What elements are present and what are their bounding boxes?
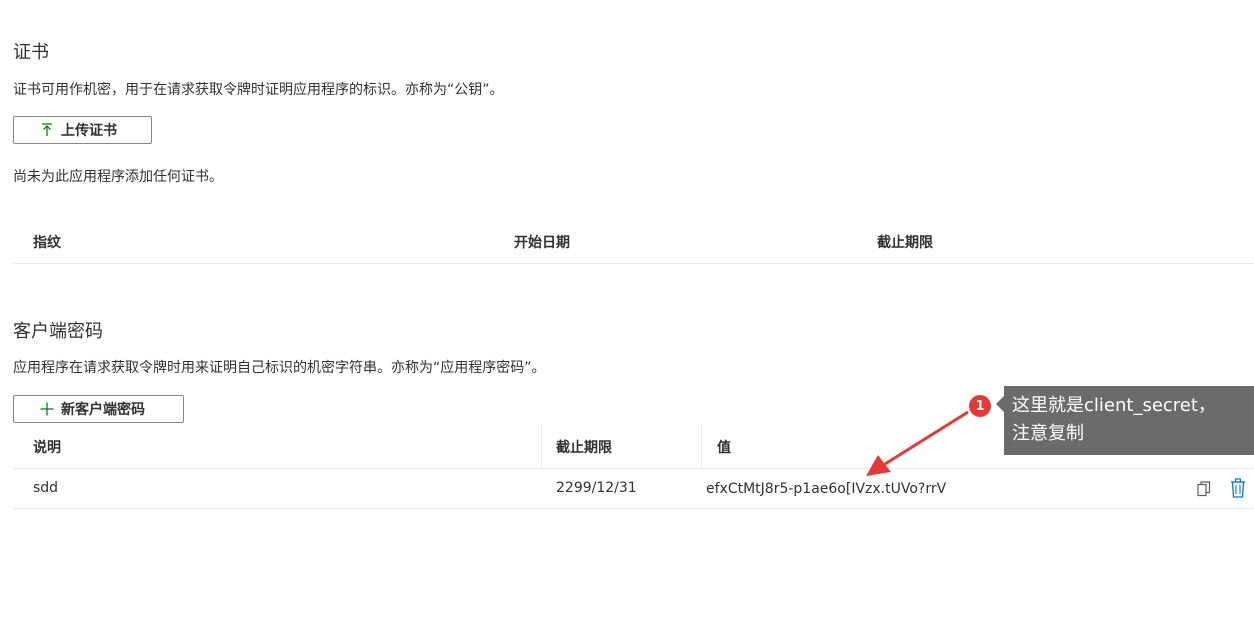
annotation-arrow bbox=[866, 410, 969, 476]
callout-line-1: 这里就是client_secret， bbox=[1012, 395, 1216, 416]
callout-line-2: 注意复制 bbox=[1012, 423, 1084, 444]
callout-pointer bbox=[996, 396, 1004, 412]
annotation-number-badge: 1 bbox=[967, 393, 993, 419]
annotation-callout: 这里就是client_secret， 注意复制 bbox=[1004, 386, 1254, 455]
